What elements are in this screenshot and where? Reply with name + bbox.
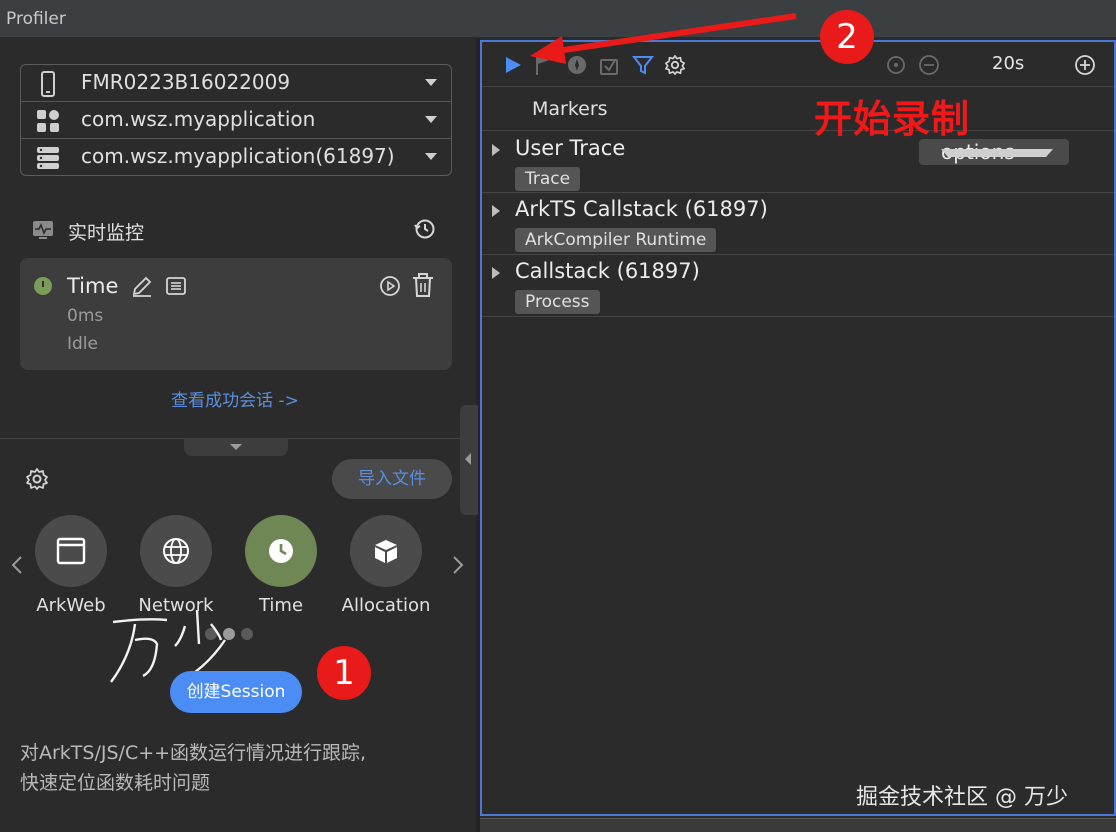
- collapse-panel-handle[interactable]: [460, 405, 478, 515]
- time-profiler-description: 对ArkTS/JS/C++函数运行情况进行跟踪, 快速定位函数耗时问题: [20, 738, 460, 798]
- footer-watermark: 掘金技术社区 @ 万少: [856, 785, 1068, 810]
- description-line: 对ArkTS/JS/C++函数运行情况进行跟踪,: [20, 742, 367, 764]
- server-stack-icon: [37, 147, 59, 169]
- markers-label: Markers: [532, 98, 608, 120]
- track-name: Callstack (61897): [515, 259, 700, 283]
- track-callstack[interactable]: Callstack (61897) Process: [482, 257, 1114, 315]
- step-2-badge: 2: [820, 10, 874, 64]
- start-recording-annotation: 开始录制: [814, 97, 971, 141]
- annotation-arrow: [530, 13, 797, 64]
- row-divider: [482, 254, 1114, 255]
- browser-window-icon: [56, 537, 86, 565]
- device-dropdown[interactable]: FMR0223B16022009: [21, 65, 451, 102]
- process-name: com.wsz.myapplication(61897): [81, 144, 395, 168]
- history-icon[interactable]: [414, 218, 436, 240]
- track-arkts-callstack[interactable]: ArkTS Callstack (61897) ArkCompiler Runt…: [482, 195, 1114, 253]
- reset-zoom-icon[interactable]: [885, 54, 907, 76]
- create-session-button[interactable]: 创建Session: [170, 671, 302, 713]
- phone-icon: [41, 71, 55, 97]
- globe-icon: [163, 538, 189, 564]
- apps-grid-icon: [37, 110, 59, 132]
- import-file-button[interactable]: 导入文件: [332, 459, 452, 499]
- realtime-monitor-title: 实时监控: [68, 222, 145, 244]
- session-duration: 0ms: [67, 306, 104, 326]
- trash-icon[interactable]: [411, 272, 435, 298]
- session-card[interactable]: Time 0ms Idle: [20, 258, 452, 370]
- chevron-down-icon: [425, 116, 437, 123]
- expand-triangle-icon[interactable]: [492, 267, 500, 279]
- application-dropdown[interactable]: com.wsz.myapplication: [21, 102, 451, 139]
- row-divider: [482, 192, 1114, 193]
- application-name: com.wsz.myapplication: [81, 107, 316, 131]
- session-status: Idle: [67, 334, 98, 354]
- track-name: ArkTS Callstack (61897): [515, 197, 768, 221]
- expand-triangle-icon[interactable]: [492, 144, 500, 156]
- tool-time[interactable]: [245, 515, 317, 587]
- play-circle-icon[interactable]: [378, 274, 402, 298]
- track-chip: Trace: [515, 167, 581, 191]
- device-name: FMR0223B16022009: [81, 70, 291, 94]
- tool-arkweb[interactable]: [35, 515, 107, 587]
- toolbar-divider: [482, 86, 1114, 87]
- description-line: 快速定位函数耗时问题: [20, 772, 211, 794]
- window-title: Profiler: [6, 9, 66, 29]
- chevron-right-icon[interactable]: [451, 555, 465, 575]
- track-chip: ArkCompiler Runtime: [515, 228, 717, 252]
- details-list-icon[interactable]: [164, 274, 188, 298]
- chevron-left-icon[interactable]: [10, 555, 24, 575]
- monitor-pulse-icon: [33, 221, 53, 239]
- session-name: Time: [67, 274, 119, 298]
- row-divider: [482, 316, 1114, 317]
- tool-allocation[interactable]: [350, 515, 422, 587]
- tool-network[interactable]: [140, 515, 212, 587]
- chevron-down-icon: [425, 153, 437, 160]
- collapse-toggle[interactable]: [184, 438, 288, 456]
- timeline-panel: 20s Markers User Trace Trace options Ark…: [480, 40, 1116, 816]
- realtime-monitor-header: 实时监控: [32, 216, 442, 246]
- chevron-down-icon: [425, 79, 437, 86]
- clock-status-icon: [34, 277, 52, 295]
- process-dropdown[interactable]: com.wsz.myapplication(61897): [21, 139, 451, 176]
- step-1-badge: 1: [317, 646, 371, 700]
- row-divider: [482, 130, 1114, 131]
- track-name: User Trace: [515, 136, 626, 160]
- session-panel: FMR0223B16022009 com.wsz.myapplication c…: [0, 38, 476, 832]
- expand-triangle-icon[interactable]: [492, 205, 500, 217]
- tool-label: Allocation: [341, 595, 431, 616]
- device-selector: FMR0223B16022009 com.wsz.myapplication c…: [20, 64, 452, 176]
- track-chip: Process: [515, 290, 600, 314]
- clock-icon: [269, 539, 293, 563]
- edit-pencil-icon[interactable]: [130, 274, 154, 298]
- zoom-out-icon[interactable]: [918, 54, 940, 76]
- gear-icon[interactable]: [25, 467, 49, 491]
- view-successful-sessions-link[interactable]: 查看成功会话 ->: [0, 386, 470, 411]
- bottom-panel-edge: [480, 818, 1116, 832]
- cube-icon: [375, 540, 397, 563]
- zoom-in-icon[interactable]: [1074, 54, 1096, 76]
- timeline-duration: 20s: [992, 53, 1025, 74]
- chevron-down-icon: [941, 149, 1053, 157]
